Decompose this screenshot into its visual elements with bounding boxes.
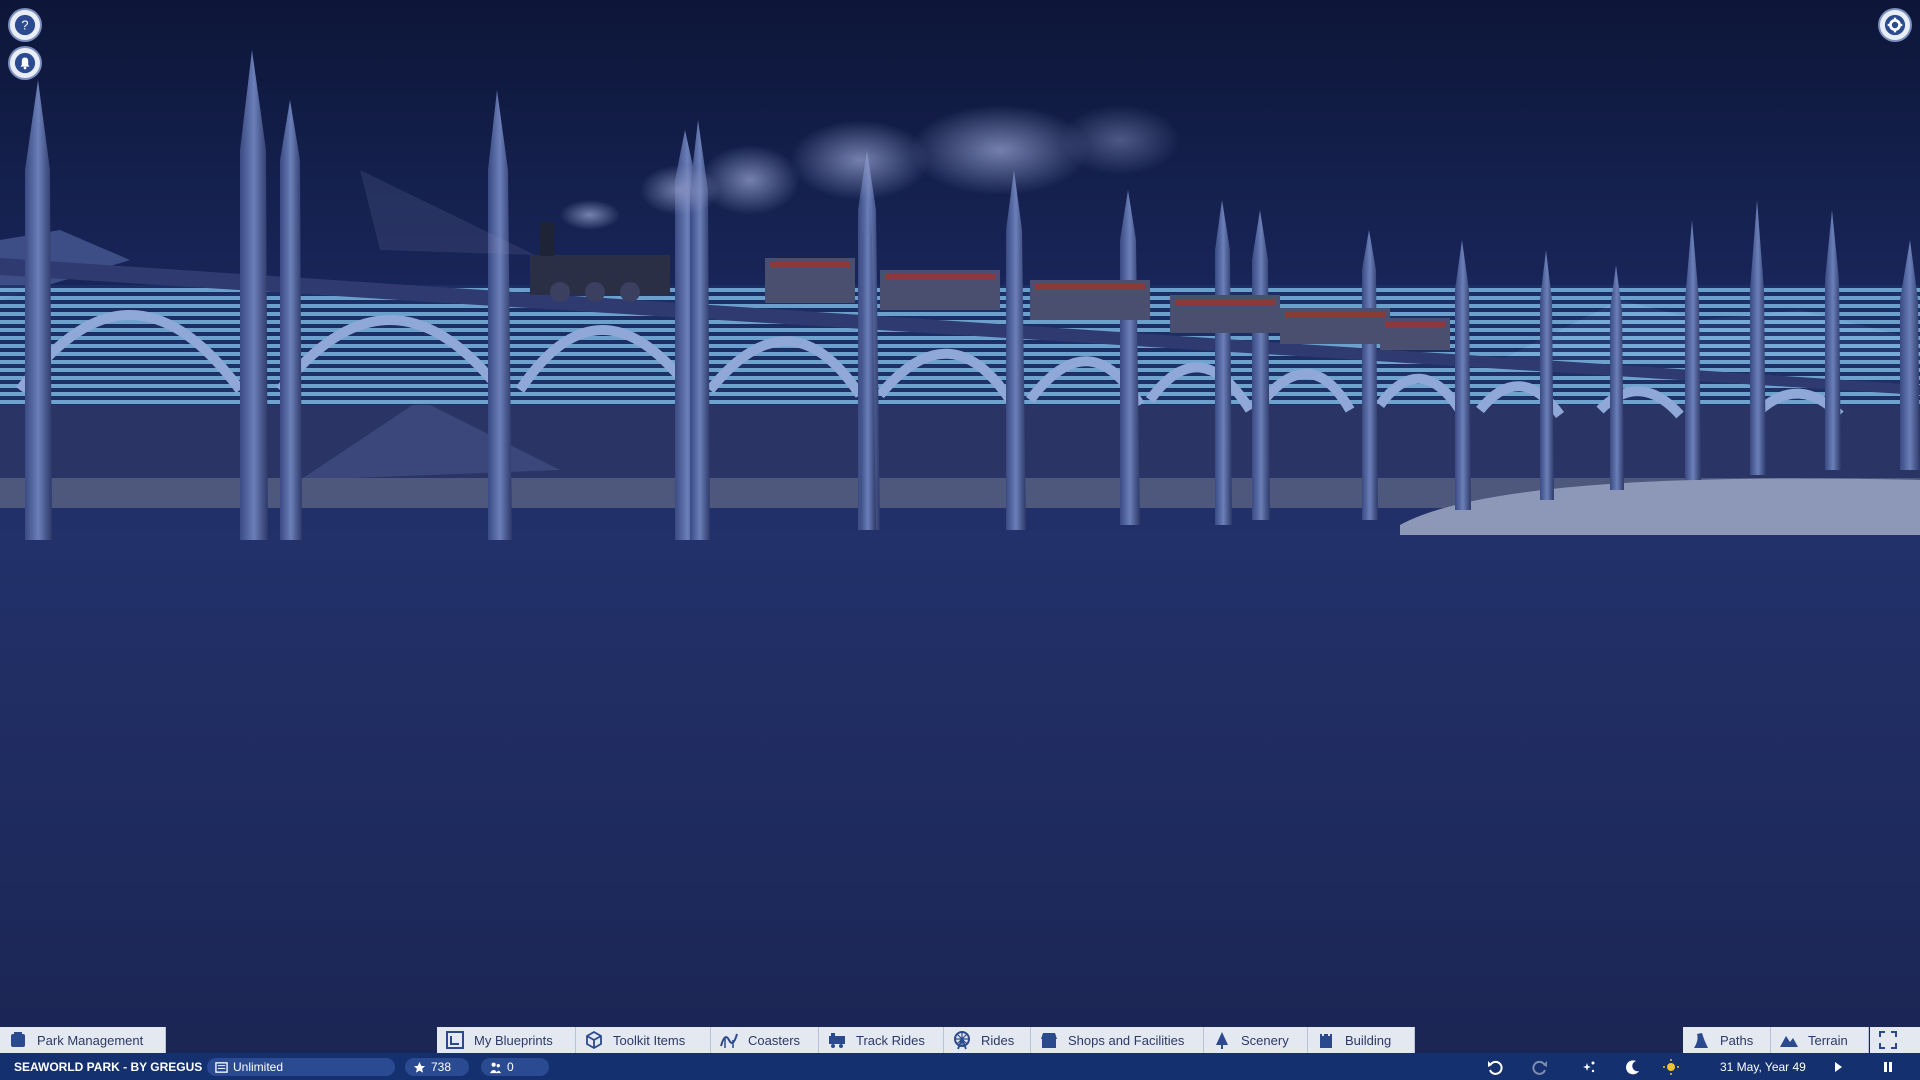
shops-and-facilities-label: Shops and Facilities <box>1068 1032 1185 1048</box>
settings-button[interactable] <box>1880 10 1910 40</box>
star-icon <box>413 1061 426 1073</box>
building-button[interactable]: Building <box>1308 1027 1415 1053</box>
build-toolbar: Park Management My Blueprints Toolkit It… <box>0 1027 1920 1053</box>
play-button[interactable] <box>1827 1056 1849 1078</box>
day-night-button[interactable] <box>1622 1056 1644 1078</box>
tree-icon <box>1216 1032 1228 1049</box>
park-management-icon <box>11 1032 25 1047</box>
weather-sun-icon <box>1663 1059 1679 1075</box>
undo-button[interactable] <box>1484 1056 1506 1078</box>
paths-label: Paths <box>1720 1032 1754 1048</box>
money-value: Unlimited <box>233 1060 284 1074</box>
shop-icon <box>1041 1033 1057 1048</box>
terrain-label: Terrain <box>1808 1032 1848 1048</box>
gear-icon <box>1884 14 1906 36</box>
train-icon <box>829 1033 845 1048</box>
redo-button[interactable] <box>1529 1056 1551 1078</box>
help-icon: ? <box>14 14 36 36</box>
castle-icon <box>1320 1034 1332 1048</box>
bell-icon <box>14 52 36 74</box>
cube-icon <box>586 1030 602 1050</box>
track-rides-button[interactable]: Track Rides <box>819 1027 944 1053</box>
day-night-icon <box>1626 1060 1639 1075</box>
toolkit-items-button[interactable]: Toolkit Items <box>576 1027 711 1053</box>
game-date: 31 May, Year 49 <box>1720 1059 1806 1074</box>
terrain-button[interactable]: Terrain <box>1771 1027 1869 1053</box>
svg-text:?: ? <box>21 18 28 33</box>
ferris-wheel-icon <box>954 1031 970 1050</box>
rides-label: Rides <box>981 1032 1015 1048</box>
undo-icon <box>1488 1060 1503 1075</box>
notifications-button[interactable] <box>10 48 40 78</box>
redo-icon <box>1532 1060 1547 1075</box>
money-display[interactable]: Unlimited <box>207 1058 395 1076</box>
fireworks-button[interactable] <box>1577 1056 1599 1078</box>
coasters-label: Coasters <box>748 1032 801 1048</box>
track-rides-label: Track Rides <box>856 1032 925 1048</box>
play-icon <box>1835 1062 1842 1072</box>
paths-button[interactable]: Paths <box>1683 1027 1771 1053</box>
rides-button[interactable]: Rides <box>944 1027 1031 1053</box>
camera-button[interactable] <box>1870 1027 1920 1053</box>
park-rating-display[interactable]: 738 <box>405 1058 469 1076</box>
mountain-icon <box>1780 1036 1798 1047</box>
coaster-icon <box>720 1033 738 1048</box>
path-icon <box>1694 1033 1708 1048</box>
pause-icon <box>1884 1062 1892 1072</box>
scenery-label: Scenery <box>1241 1032 1289 1048</box>
help-button[interactable]: ? <box>10 10 40 40</box>
fireworks-icon <box>1583 1061 1595 1073</box>
camera-frame-icon <box>1879 1031 1897 1049</box>
toolkit-items-label: Toolkit Items <box>613 1032 686 1048</box>
my-blueprints-label: My Blueprints <box>474 1032 553 1048</box>
shops-and-facilities-button[interactable]: Shops and Facilities <box>1031 1027 1204 1053</box>
park-management-button[interactable]: Park Management <box>0 1027 166 1053</box>
park-management-label: Park Management <box>37 1032 144 1048</box>
rating-value: 738 <box>431 1060 452 1074</box>
game-viewport[interactable] <box>0 0 1920 1080</box>
status-bar: SEAWORLD PARK - BY GREGUS Unlimited 738 … <box>0 1053 1920 1080</box>
building-label: Building <box>1345 1032 1392 1048</box>
park-name[interactable]: SEAWORLD PARK - BY GREGUS <box>14 1053 202 1080</box>
weather-button[interactable] <box>1660 1056 1682 1078</box>
scenery-button[interactable]: Scenery <box>1204 1027 1308 1053</box>
guests-icon <box>489 1062 502 1073</box>
blueprint-icon <box>446 1031 464 1049</box>
guests-value: 0 <box>507 1060 514 1074</box>
my-blueprints-button[interactable]: My Blueprints <box>437 1027 576 1053</box>
guests-display[interactable]: 0 <box>481 1058 549 1076</box>
coasters-button[interactable]: Coasters <box>711 1027 819 1053</box>
money-icon <box>215 1061 228 1073</box>
pause-button[interactable] <box>1877 1056 1899 1078</box>
